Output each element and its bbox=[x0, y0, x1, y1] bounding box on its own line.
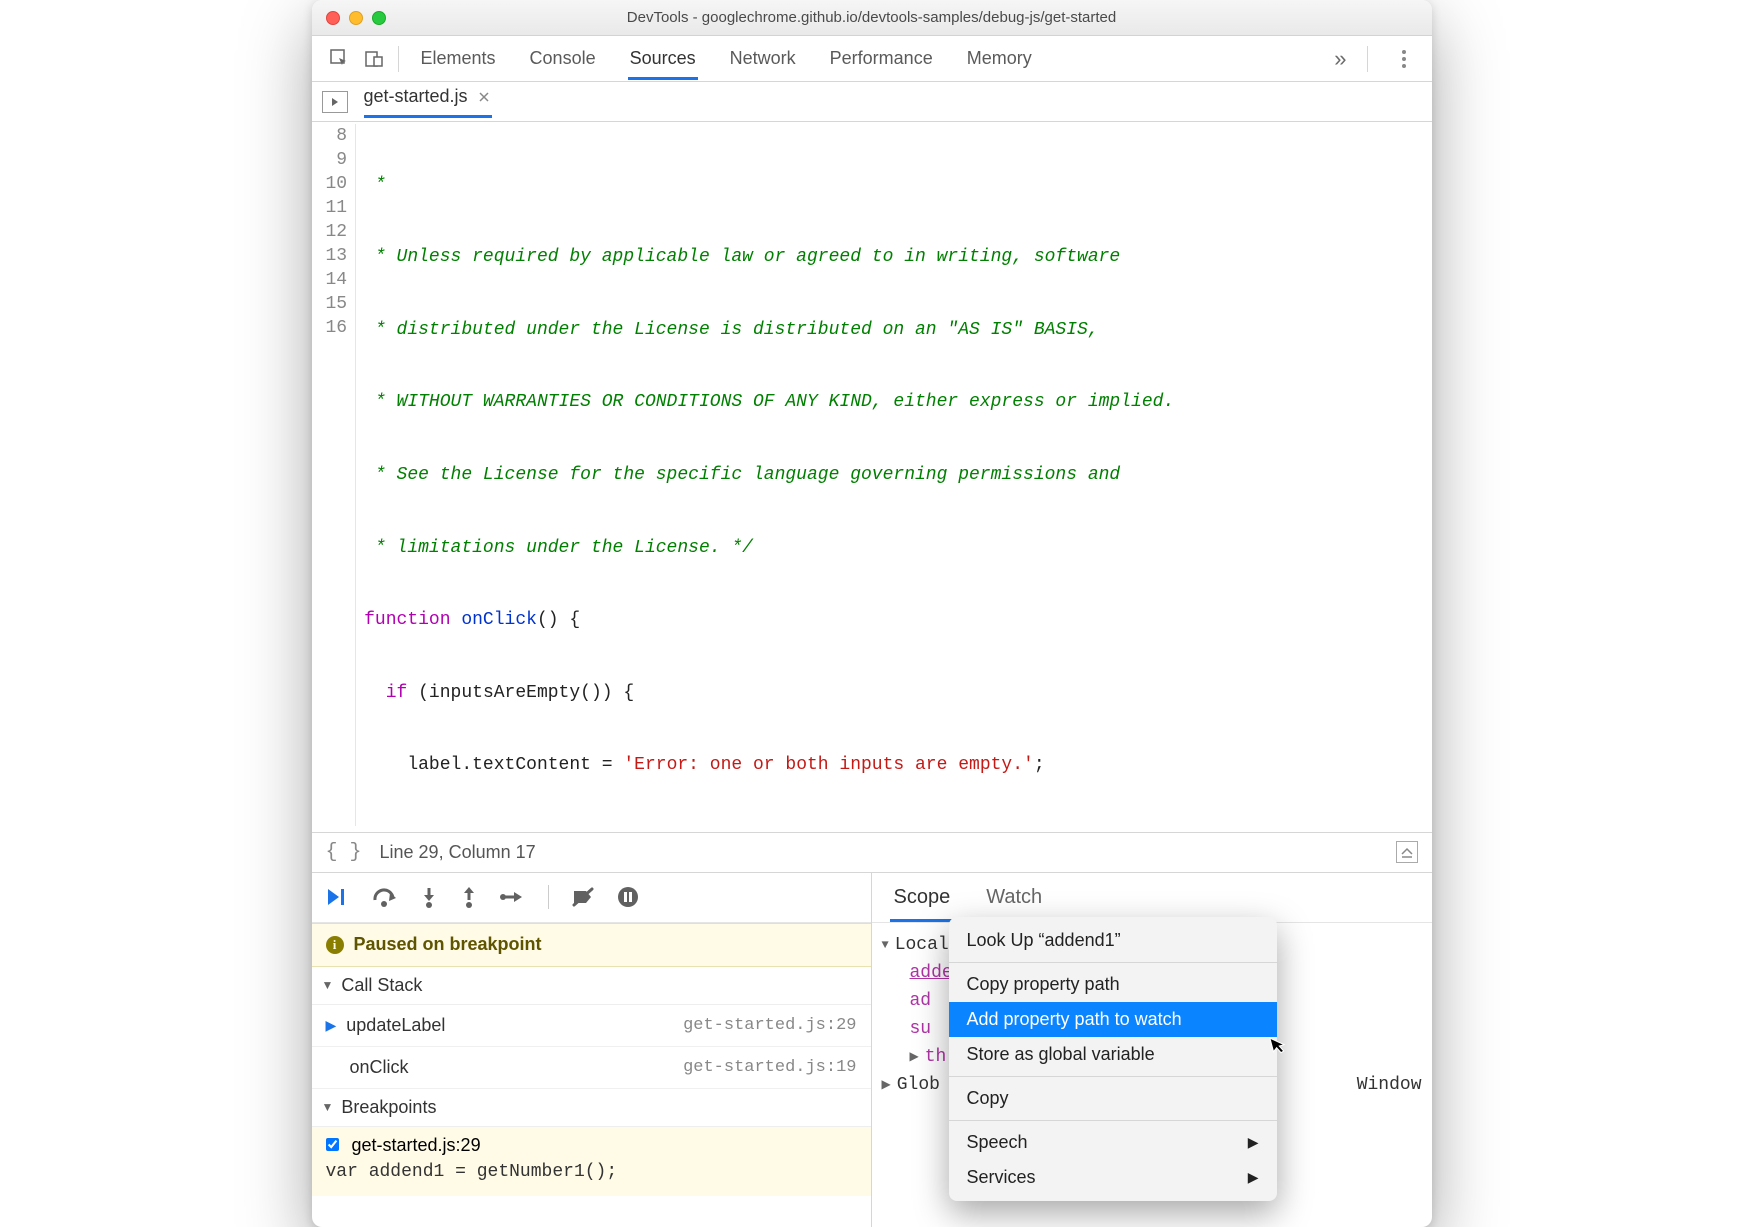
tab-sources[interactable]: Sources bbox=[630, 38, 696, 79]
breakpoint-checkbox[interactable] bbox=[326, 1138, 339, 1151]
window-title: DevTools - googlechrome.github.io/devtoo… bbox=[312, 9, 1432, 26]
resume-button[interactable] bbox=[326, 886, 350, 908]
current-frame-icon: ▶ bbox=[326, 1017, 337, 1034]
menu-lookup[interactable]: Look Up “addend1” bbox=[949, 923, 1277, 958]
submenu-chevron-icon: ▶ bbox=[1248, 1134, 1259, 1151]
inspect-element-icon[interactable] bbox=[324, 43, 356, 75]
scope-watch-tabs: Scope Watch bbox=[872, 873, 1432, 923]
minimize-window-button[interactable] bbox=[349, 11, 363, 25]
main-toolbar: Elements Console Sources Network Perform… bbox=[312, 36, 1432, 82]
callstack-frame[interactable]: onClick get-started.js:19 bbox=[312, 1047, 871, 1089]
menu-copy-property-path[interactable]: Copy property path bbox=[949, 967, 1277, 1002]
code-content: * * Unless required by applicable law or… bbox=[356, 124, 1174, 826]
debugger-sidebar: i Paused on breakpoint ▼ Call Stack ▶ up… bbox=[312, 873, 872, 1227]
pause-on-exceptions-button[interactable] bbox=[617, 886, 639, 908]
menu-add-property-to-watch[interactable]: Add property path to watch bbox=[949, 1002, 1277, 1037]
zoom-window-button[interactable] bbox=[372, 11, 386, 25]
callstack-frame[interactable]: ▶ updateLabel get-started.js:29 bbox=[312, 1005, 871, 1047]
close-window-button[interactable] bbox=[326, 11, 340, 25]
step-button[interactable] bbox=[500, 886, 526, 908]
menu-store-as-global[interactable]: Store as global variable bbox=[949, 1037, 1277, 1072]
tab-watch[interactable]: Watch bbox=[986, 874, 1042, 921]
menu-speech[interactable]: Speech▶ bbox=[949, 1125, 1277, 1160]
submenu-chevron-icon: ▶ bbox=[1248, 1169, 1259, 1186]
menu-copy[interactable]: Copy bbox=[949, 1081, 1277, 1116]
tab-performance[interactable]: Performance bbox=[830, 38, 933, 79]
tab-scope[interactable]: Scope bbox=[894, 874, 951, 921]
tab-elements[interactable]: Elements bbox=[421, 38, 496, 79]
disclosure-triangle-icon: ▶ bbox=[910, 1049, 919, 1064]
traffic-lights bbox=[326, 11, 386, 25]
disclosure-triangle-icon: ▼ bbox=[322, 978, 334, 992]
step-over-button[interactable] bbox=[372, 886, 398, 908]
deactivate-breakpoints-button[interactable] bbox=[571, 886, 595, 908]
line-gutter: 8910111213141516 bbox=[312, 124, 357, 826]
info-icon: i bbox=[326, 936, 344, 954]
cursor-position: Line 29, Column 17 bbox=[380, 842, 536, 863]
file-tab-bar: get-started.js bbox=[312, 82, 1432, 122]
file-tab-get-started[interactable]: get-started.js bbox=[364, 86, 492, 117]
tab-memory[interactable]: Memory bbox=[967, 38, 1032, 79]
step-into-button[interactable] bbox=[420, 886, 438, 908]
titlebar: DevTools - googlechrome.github.io/devtoo… bbox=[312, 0, 1432, 36]
editor-statusbar: { } Line 29, Column 17 bbox=[312, 833, 1432, 873]
kebab-menu-icon[interactable] bbox=[1388, 43, 1420, 75]
file-tab-label: get-started.js bbox=[364, 86, 468, 107]
breakpoint-item[interactable]: get-started.js:29 var addend1 = getNumbe… bbox=[312, 1127, 871, 1196]
callstack-header[interactable]: ▼ Call Stack bbox=[312, 967, 871, 1005]
devtools-window: DevTools - googlechrome.github.io/devtoo… bbox=[312, 0, 1432, 1227]
show-navigator-icon[interactable] bbox=[322, 91, 348, 113]
menu-services[interactable]: Services▶ bbox=[949, 1160, 1277, 1195]
more-tabs-icon[interactable]: » bbox=[1334, 46, 1346, 72]
context-menu: Look Up “addend1” Copy property path Add… bbox=[949, 917, 1277, 1201]
breakpoints-header[interactable]: ▼ Breakpoints bbox=[312, 1089, 871, 1127]
disclosure-triangle-icon: ▶ bbox=[882, 1077, 891, 1092]
panel-tabs: Elements Console Sources Network Perform… bbox=[421, 38, 1032, 79]
close-tab-icon[interactable] bbox=[476, 89, 492, 105]
tab-console[interactable]: Console bbox=[530, 38, 596, 79]
pretty-print-icon[interactable]: { } bbox=[326, 841, 362, 864]
step-out-button[interactable] bbox=[460, 886, 478, 908]
paused-banner: i Paused on breakpoint bbox=[312, 923, 871, 967]
device-toolbar-icon[interactable] bbox=[358, 43, 390, 75]
debug-controls bbox=[312, 873, 871, 923]
disclosure-triangle-icon: ▼ bbox=[882, 938, 889, 952]
code-editor[interactable]: 8910111213141516 * * Unless required by … bbox=[312, 122, 1432, 833]
scope-watch-pane: Scope Watch ▼ Local addend1 ad su ▶ bbox=[872, 873, 1432, 1227]
disclosure-triangle-icon: ▼ bbox=[322, 1100, 334, 1114]
expand-editor-icon[interactable] bbox=[1396, 841, 1418, 863]
tab-network[interactable]: Network bbox=[730, 38, 796, 79]
